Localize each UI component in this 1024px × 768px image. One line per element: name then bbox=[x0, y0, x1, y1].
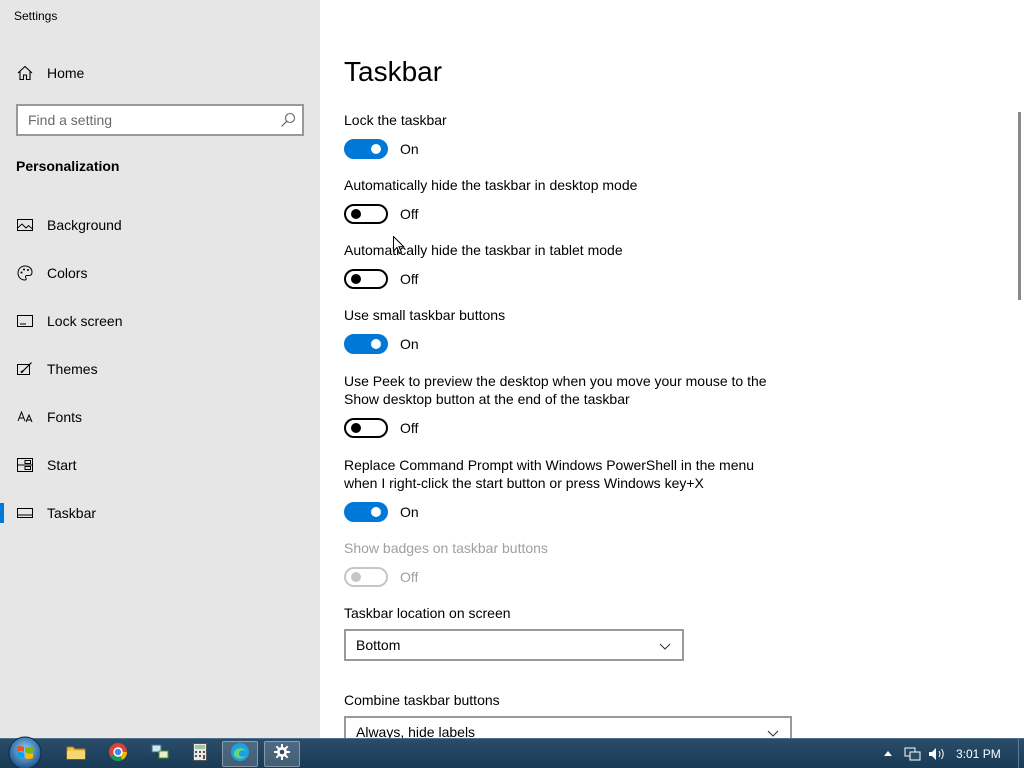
setting-autohide-desktop: Off bbox=[344, 203, 418, 225]
lock-screen-icon bbox=[16, 312, 34, 330]
nav-home-label: Home bbox=[47, 65, 85, 81]
taskbar-icon bbox=[16, 504, 34, 522]
taskbar-app-chrome[interactable] bbox=[100, 741, 136, 767]
setting-lock-taskbar: On bbox=[344, 138, 419, 160]
network-app-icon bbox=[150, 743, 170, 766]
setting-label-badges: Show badges on taskbar buttons bbox=[344, 540, 548, 556]
app-title: Settings bbox=[14, 9, 58, 23]
nav-item-label: Fonts bbox=[47, 409, 83, 425]
page-title: Taskbar bbox=[344, 56, 443, 87]
gear-icon bbox=[274, 743, 290, 765]
autohide-desktop-toggle[interactable] bbox=[344, 204, 388, 224]
combine-dropdown[interactable]: Always, hide labels bbox=[344, 716, 792, 738]
powershell-toggle[interactable] bbox=[344, 502, 388, 522]
toggle-state-label: On bbox=[400, 141, 419, 157]
network-icon[interactable] bbox=[904, 746, 921, 762]
selection-indicator bbox=[0, 503, 4, 523]
chevron-up-icon[interactable] bbox=[882, 746, 898, 762]
search-icon[interactable] bbox=[280, 112, 296, 128]
nav-item-label: Background bbox=[47, 217, 122, 233]
picture-icon bbox=[16, 216, 34, 234]
setting-label-autohide-tablet: Automatically hide the taskbar in tablet… bbox=[344, 242, 623, 258]
clock[interactable]: 3:01 PM bbox=[956, 747, 1001, 761]
taskbar-app-network[interactable] bbox=[142, 741, 178, 767]
nav-item-label: Colors bbox=[47, 265, 88, 281]
setting-powershell: On bbox=[344, 501, 419, 523]
search-box[interactable] bbox=[16, 104, 304, 136]
toggle-state-label: Off bbox=[400, 420, 419, 436]
taskbar-app-edge[interactable] bbox=[222, 741, 258, 767]
font-icon bbox=[16, 408, 34, 426]
calculator-icon bbox=[193, 742, 207, 766]
mouse-cursor-icon bbox=[393, 235, 406, 255]
search-input[interactable] bbox=[18, 106, 270, 134]
chevron-down-icon bbox=[658, 639, 672, 653]
navigation-pane: Settings Home Personalization Background bbox=[0, 0, 320, 738]
location-label: Taskbar location on screen bbox=[344, 605, 511, 621]
toggle-state-label: On bbox=[400, 336, 419, 352]
autohide-tablet-toggle[interactable] bbox=[344, 269, 388, 289]
taskbar-app-settings[interactable] bbox=[264, 741, 300, 767]
settings-window: Settings Home Personalization Background bbox=[0, 0, 1024, 738]
taskbar: 3:01 PM bbox=[0, 735, 1024, 768]
setting-label-powershell: Replace Command Prompt with Windows Powe… bbox=[344, 457, 755, 491]
section-title: Personalization bbox=[16, 158, 120, 174]
nav-home[interactable]: Home bbox=[0, 53, 320, 93]
nav-item-fonts[interactable]: Fonts bbox=[0, 397, 320, 437]
combine-value: Always, hide labels bbox=[356, 724, 476, 738]
taskbar-app-calculator[interactable] bbox=[182, 741, 218, 767]
content-pane: Taskbar Lock the taskbar On Automaticall… bbox=[320, 0, 1024, 738]
toggle-state-label: Off bbox=[400, 569, 419, 585]
nav-item-background[interactable]: Background bbox=[0, 205, 320, 245]
nav-item-label: Themes bbox=[47, 361, 98, 377]
lock-taskbar-toggle[interactable] bbox=[344, 139, 388, 159]
badges-toggle bbox=[344, 567, 388, 587]
setting-peek: Off bbox=[344, 417, 418, 439]
toggle-state-label: Off bbox=[400, 271, 419, 287]
peek-toggle[interactable] bbox=[344, 418, 388, 438]
home-icon bbox=[16, 64, 34, 82]
toggle-state-label: On bbox=[400, 504, 419, 520]
location-dropdown[interactable]: Bottom bbox=[344, 629, 684, 661]
start-button[interactable] bbox=[6, 735, 44, 768]
nav-item-lock-screen[interactable]: Lock screen bbox=[0, 301, 320, 341]
nav-item-label: Taskbar bbox=[47, 505, 97, 521]
edge-icon bbox=[230, 742, 250, 767]
chrome-icon bbox=[108, 742, 128, 767]
nav-item-label: Lock screen bbox=[47, 313, 123, 329]
scrollbar[interactable] bbox=[1018, 112, 1021, 300]
location-value: Bottom bbox=[356, 637, 401, 653]
nav-item-label: Start bbox=[47, 457, 77, 473]
nav-item-themes[interactable]: Themes bbox=[0, 349, 320, 389]
setting-label-small-buttons: Use small taskbar buttons bbox=[344, 307, 506, 323]
setting-autohide-tablet: Off bbox=[344, 268, 418, 290]
setting-label-autohide-desktop: Automatically hide the taskbar in deskto… bbox=[344, 177, 638, 193]
nav-item-start[interactable]: Start bbox=[0, 445, 320, 485]
folder-icon bbox=[66, 743, 86, 766]
volume-icon[interactable] bbox=[928, 746, 944, 762]
setting-label-lock-taskbar: Lock the taskbar bbox=[344, 112, 447, 128]
setting-label-peek: Use Peek to preview the desktop when you… bbox=[344, 373, 767, 407]
small-buttons-toggle[interactable] bbox=[344, 334, 388, 354]
setting-small-buttons: On bbox=[344, 333, 419, 355]
brush-icon bbox=[16, 360, 34, 378]
palette-icon bbox=[16, 264, 34, 282]
nav-item-colors[interactable]: Colors bbox=[0, 253, 320, 293]
setting-badges: Off bbox=[344, 566, 418, 588]
toggle-state-label: Off bbox=[400, 206, 419, 222]
chevron-down-icon bbox=[766, 726, 780, 738]
taskbar-app-file-explorer[interactable] bbox=[58, 741, 94, 767]
show-desktop-button[interactable] bbox=[1018, 739, 1024, 768]
start-tiles-icon bbox=[16, 456, 34, 474]
combine-label: Combine taskbar buttons bbox=[344, 692, 500, 708]
nav-item-taskbar[interactable]: Taskbar bbox=[0, 493, 320, 533]
